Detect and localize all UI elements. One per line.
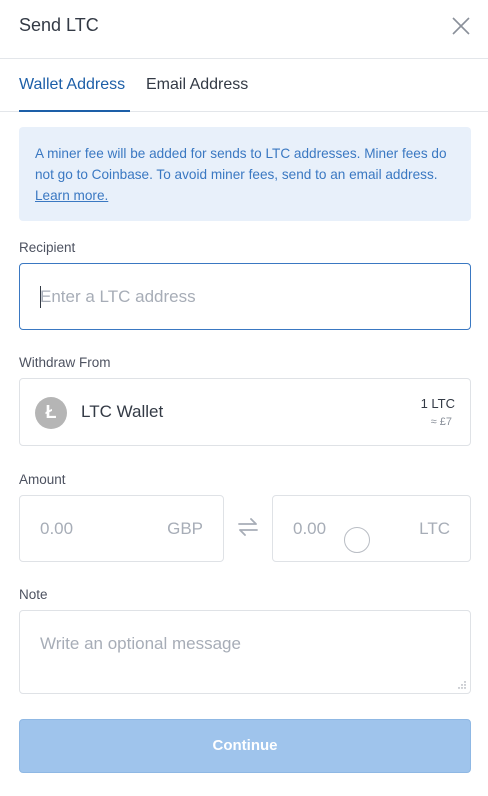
note-textarea[interactable]: Write an optional message xyxy=(19,610,471,694)
recipient-placeholder: Enter a LTC address xyxy=(40,287,196,306)
swap-icon[interactable] xyxy=(236,516,260,538)
crypto-amount-value: 0.00 xyxy=(293,519,327,538)
send-tabs: Wallet Address Email Address xyxy=(0,59,488,112)
crypto-currency-label: LTC xyxy=(419,519,450,538)
close-icon[interactable] xyxy=(450,15,472,37)
amount-crypto-input[interactable]: 0.00 LTC xyxy=(272,495,471,562)
resize-grip-icon[interactable] xyxy=(458,681,466,689)
tab-email-address[interactable]: Email Address xyxy=(146,76,248,94)
miner-fee-notice: A miner fee will be added for sends to L… xyxy=(19,127,471,221)
mouse-cursor-indicator xyxy=(344,527,370,553)
tab-wallet-address[interactable]: Wallet Address xyxy=(19,76,125,94)
modal-header: Send LTC xyxy=(0,0,488,59)
litecoin-icon: Ł xyxy=(35,397,67,429)
modal-title: Send LTC xyxy=(19,15,99,35)
recipient-label: Recipient xyxy=(19,240,76,255)
withdraw-from-label: Withdraw From xyxy=(19,355,111,370)
note-placeholder: Write an optional message xyxy=(40,634,241,653)
wallet-name: LTC Wallet xyxy=(81,402,164,421)
amount-label: Amount xyxy=(19,472,66,487)
note-label: Note xyxy=(19,587,48,602)
fiat-amount-value: 0.00 xyxy=(40,519,74,538)
recipient-input[interactable]: Enter a LTC address xyxy=(19,263,471,330)
wallet-selector[interactable]: Ł LTC Wallet 1 LTC ≈ £7 xyxy=(19,378,471,446)
wallet-balance: 1 LTC xyxy=(420,396,455,411)
active-tab-indicator xyxy=(19,110,130,112)
continue-button[interactable]: Continue xyxy=(19,719,471,773)
learn-more-link[interactable]: Learn more. xyxy=(35,188,108,203)
amount-fiat-input[interactable]: 0.00 GBP xyxy=(19,495,224,562)
fiat-currency-label: GBP xyxy=(167,519,203,538)
wallet-fiat-balance: ≈ £7 xyxy=(430,416,452,428)
notice-text: A miner fee will be added for sends to L… xyxy=(35,146,447,182)
